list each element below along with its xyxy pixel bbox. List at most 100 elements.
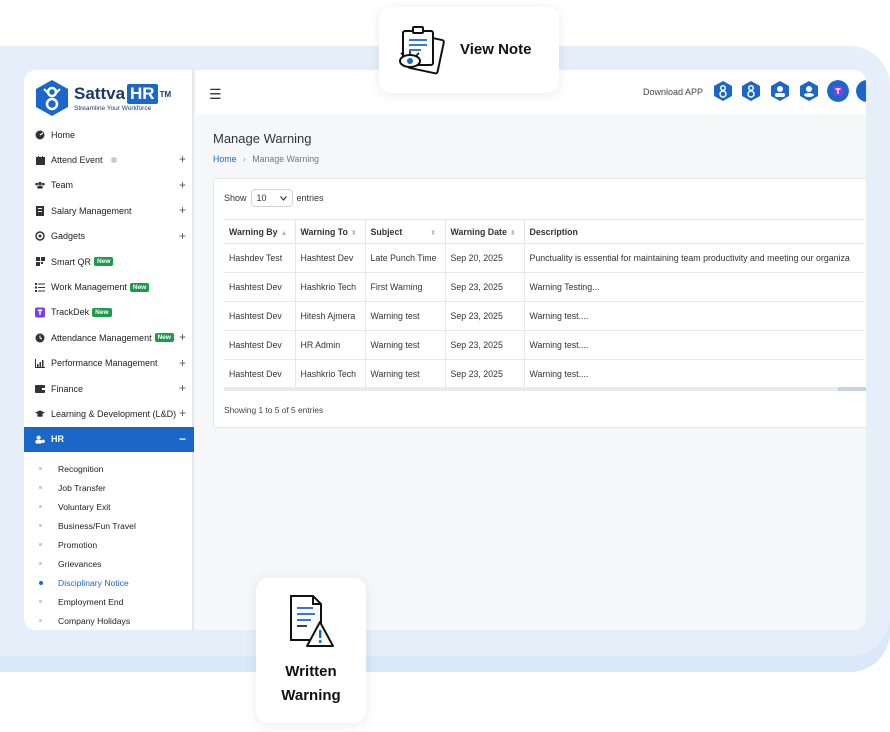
submenu-item-disciplinary-notice[interactable]: Disciplinary Notice xyxy=(24,573,194,592)
expand-icon[interactable]: + xyxy=(179,178,186,192)
stage: Sattva HR TM Streamline Your Workforce H… xyxy=(0,0,890,732)
table-horizontal-scrollbar[interactable] xyxy=(224,387,866,391)
entries-select[interactable]: 10 xyxy=(250,189,293,207)
entries-selector: Show 10 entries xyxy=(224,189,324,207)
table-row[interactable]: Hashtest Dev Hashkrio Tech Warning test … xyxy=(224,359,864,389)
hamburger-menu-icon[interactable]: ☰ xyxy=(209,86,222,103)
brand-title: Sattva HR TM xyxy=(74,84,171,104)
sidebar-item-smart-qr[interactable]: Smart QR New xyxy=(24,249,194,274)
cell-description: Warning test.... xyxy=(524,359,864,389)
column-header-description[interactable]: Description xyxy=(524,219,864,244)
sidebar-item-salary-management[interactable]: Salary Management + xyxy=(24,198,194,223)
sidebar-item-label: TrackDek xyxy=(51,307,90,318)
sidebar: Sattva HR TM Streamline Your Workforce H… xyxy=(24,70,194,630)
sidebar-item-label: Work Management xyxy=(51,282,127,293)
cell-description: Warning Testing... xyxy=(524,272,864,302)
sidebar-item-label: Performance Management xyxy=(51,358,158,369)
team-icon xyxy=(35,180,45,190)
chevron-down-icon xyxy=(279,195,287,201)
column-header-warning-date[interactable]: Warning Date ⬍ xyxy=(445,219,525,244)
sidebar-item-trackdek[interactable]: TrackDek New xyxy=(24,300,194,325)
table-row[interactable]: Hashtest Dev Hitesh Ajmera Warning test … xyxy=(224,301,864,331)
cell-description: Warning test.... xyxy=(524,330,864,360)
wallet-icon xyxy=(35,384,45,394)
column-header-warning-by[interactable]: Warning By ▲ xyxy=(224,219,296,244)
table-row[interactable]: Hashtest Dev HR Admin Warning test Sep 2… xyxy=(224,330,864,360)
expand-icon[interactable]: + xyxy=(179,406,186,420)
submenu-item-voluntary-exit[interactable]: Voluntary Exit xyxy=(24,497,194,516)
written-warning-line-1: Written xyxy=(285,663,337,680)
sidebar-item-label: Learning & Development (L&D) xyxy=(51,408,177,419)
submenu-item-employment-end[interactable]: Employment End xyxy=(24,592,194,611)
column-header-warning-to[interactable]: Warning To ⬍ xyxy=(295,219,366,244)
brand-tagline: Streamline Your Workforce xyxy=(74,105,152,112)
column-header-subject[interactable]: Subject ⬍ xyxy=(365,219,446,244)
sidebar-item-gadgets[interactable]: Gadgets + xyxy=(24,224,194,249)
new-badge: New xyxy=(129,282,150,292)
cell-subject: Warning test xyxy=(365,359,446,389)
expand-icon[interactable]: + xyxy=(179,203,186,217)
sidebar-item-label: HR xyxy=(51,434,64,445)
app-icon-4[interactable] xyxy=(798,80,820,102)
written-warning-card: Written Warning xyxy=(256,578,366,723)
submenu-item-job-transfer[interactable]: Job Transfer xyxy=(24,478,194,497)
submenu-item-business-travel[interactable]: Business/Fun Travel xyxy=(24,516,194,535)
cell-warning-to: HR Admin xyxy=(295,330,366,360)
trackdek-app-icon[interactable] xyxy=(827,80,849,102)
cell-warning-date: Sep 23, 2025 xyxy=(445,359,525,389)
collapse-icon[interactable]: − xyxy=(179,432,186,446)
view-note-icon xyxy=(399,26,445,75)
logo[interactable]: Sattva HR TM Streamline Your Workforce xyxy=(34,76,184,120)
sort-icon: ⬍ xyxy=(430,229,437,237)
submenu-item-recognition[interactable]: Recognition xyxy=(24,459,194,478)
list-icon xyxy=(35,282,45,292)
breadcrumb: Home › Manage Warning xyxy=(213,154,319,164)
submenu-item-company-holidays[interactable]: Company Holidays xyxy=(24,611,194,630)
page-title: Manage Warning xyxy=(213,131,312,146)
expand-icon[interactable]: + xyxy=(179,356,186,370)
breadcrumb-separator: › xyxy=(242,154,246,164)
new-badge: New xyxy=(92,307,112,317)
app-window: Sattva HR TM Streamline Your Workforce H… xyxy=(24,70,866,630)
sidebar-item-label: Finance xyxy=(51,383,84,394)
sidebar-item-attendance-management[interactable]: Attendance Management New + xyxy=(24,325,194,350)
sidebar-item-home[interactable]: Home xyxy=(24,122,194,147)
submenu-item-grievances[interactable]: Grievances xyxy=(24,554,194,573)
sidebar-item-hr[interactable]: HR − xyxy=(24,426,194,453)
header-label: Description xyxy=(529,226,578,237)
sidebar-item-learning-development[interactable]: Learning & Development (L&D) + xyxy=(24,401,194,426)
cell-warning-date: Sep 23, 2025 xyxy=(445,272,525,302)
sidebar-item-label: Attend Event xyxy=(51,155,103,166)
sidebar-item-label: Team xyxy=(51,180,74,191)
cell-subject: First Warning xyxy=(365,272,446,302)
warning-table-card: Show 10 entries Warning By ▲ Warning To ⬍ … xyxy=(213,178,866,428)
view-note-label: View Note xyxy=(460,41,532,58)
sidebar-item-work-management[interactable]: Work Management New xyxy=(24,274,194,299)
expand-icon[interactable]: + xyxy=(179,152,186,166)
sort-icon: ▲ xyxy=(280,229,288,237)
table-row[interactable]: Hashdev Test Hashtest Dev Late Punch Tim… xyxy=(224,243,864,273)
scrollbar-thumb[interactable] xyxy=(838,387,866,391)
app-icon-1[interactable] xyxy=(712,80,734,102)
logo-text: Sattva HR TM Streamline Your Workforce xyxy=(74,84,171,112)
sidebar-item-performance-management[interactable]: Performance Management + xyxy=(24,351,194,376)
cell-subject: Late Punch Time xyxy=(365,243,446,273)
app-icon-2[interactable] xyxy=(740,80,762,102)
header-label: Subject xyxy=(370,226,403,237)
cell-warning-by: Hashtest Dev xyxy=(224,359,296,389)
sidebar-item-attend-event[interactable]: Attend Event + xyxy=(24,147,194,172)
profile-avatar-icon[interactable] xyxy=(856,80,866,102)
pagination-info: Showing 1 to 5 of 5 entries xyxy=(224,405,324,415)
expand-icon[interactable]: + xyxy=(179,330,186,344)
breadcrumb-home-link[interactable]: Home xyxy=(213,154,236,164)
download-app-label: Download APP xyxy=(643,87,704,97)
submenu-item-promotion[interactable]: Promotion xyxy=(24,535,194,554)
status-dot xyxy=(110,157,117,164)
app-icon-3[interactable] xyxy=(769,80,791,102)
expand-icon[interactable]: + xyxy=(179,229,186,243)
calendar-icon xyxy=(35,155,45,165)
expand-icon[interactable]: + xyxy=(179,381,186,395)
sidebar-item-team[interactable]: Team + xyxy=(24,173,194,198)
sidebar-item-finance[interactable]: Finance + xyxy=(24,376,194,401)
table-row[interactable]: Hashtest Dev Hashkrio Tech First Warning… xyxy=(224,272,864,302)
